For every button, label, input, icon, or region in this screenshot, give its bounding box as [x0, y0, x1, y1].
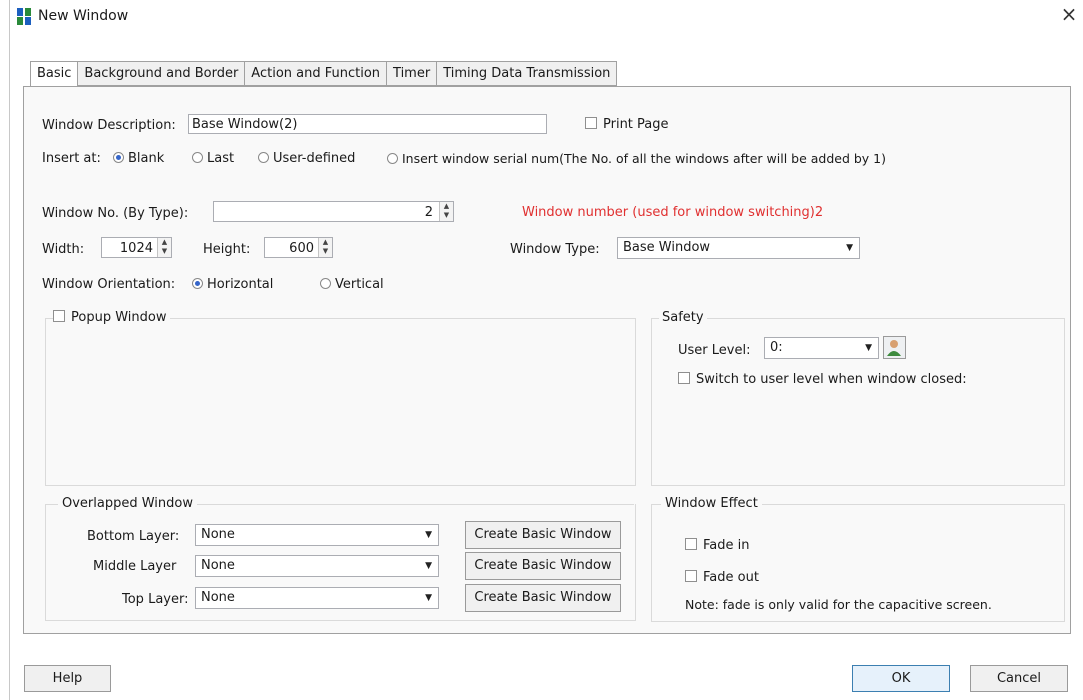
window-type-value: Base Window	[623, 240, 711, 255]
dropdown-arrow-icon: ▼	[425, 561, 432, 571]
tab-background-border[interactable]: Background and Border	[77, 61, 245, 86]
fade-in-label: Fade in	[703, 538, 750, 553]
switch-user-level-checkbox[interactable]: Switch to user level when window closed:	[678, 372, 967, 387]
dropdown-arrow-icon: ▼	[425, 593, 432, 603]
top-layer-dropdown[interactable]: None ▼	[195, 587, 439, 609]
window-no-spin-arrows[interactable]: ▲ ▼	[439, 202, 453, 221]
popup-window-box[interactable]	[53, 310, 65, 322]
overlapped-window-title: Overlapped Window	[58, 496, 197, 511]
window-no-value: 2	[424, 205, 433, 220]
width-spinbox[interactable]: 1024 ▲ ▼	[101, 237, 172, 258]
radio-icon	[320, 278, 331, 289]
insert-user-defined-radio[interactable]: User-defined	[258, 151, 355, 166]
tab-action-function[interactable]: Action and Function	[244, 61, 387, 86]
fade-in-checkbox[interactable]: Fade in	[685, 538, 749, 553]
tab-timer[interactable]: Timer	[386, 61, 437, 86]
top-layer-value: None	[201, 590, 235, 605]
bottom-layer-label: Bottom Layer:	[87, 529, 180, 544]
width-value: 1024	[119, 241, 153, 256]
bottom-layer-dropdown[interactable]: None ▼	[195, 524, 439, 546]
height-value: 600	[289, 241, 314, 256]
height-label: Height:	[203, 242, 251, 257]
popup-window-label: Popup Window	[71, 310, 167, 325]
insert-blank-radio[interactable]: Blank	[113, 151, 164, 166]
radio-icon	[387, 153, 398, 164]
window-type-label: Window Type:	[510, 242, 600, 257]
app-logo-icon	[17, 8, 31, 25]
insert-blank-label: Blank	[128, 151, 165, 166]
switch-user-level-label: Switch to user level when window closed:	[696, 372, 967, 387]
create-basic-window-middle-button[interactable]: Create Basic Window	[465, 552, 621, 580]
window-no-spinbox[interactable]: 2 ▲ ▼	[213, 201, 454, 222]
window-description-input[interactable]: Base Window(2)	[188, 114, 547, 134]
height-spinbox[interactable]: 600 ▲ ▼	[264, 237, 333, 258]
radio-selected-icon	[192, 278, 203, 289]
fade-in-box[interactable]	[685, 538, 697, 550]
insert-last-label: Last	[207, 151, 235, 166]
orientation-vertical-radio[interactable]: Vertical	[320, 277, 384, 292]
print-page-checkbox[interactable]: Print Page	[585, 117, 669, 132]
insert-serial-label: Insert window serial num(The No. of all …	[402, 151, 887, 166]
tab-timing-data-transmission[interactable]: Timing Data Transmission	[436, 61, 618, 86]
user-manager-button[interactable]	[883, 336, 906, 359]
insert-serial-radio[interactable]: Insert window serial num(The No. of all …	[387, 151, 886, 166]
fade-note: Note: fade is only valid for the capacit…	[685, 597, 992, 612]
window-effect-title: Window Effect	[661, 496, 762, 511]
tab-basic[interactable]: Basic	[30, 61, 78, 87]
width-label: Width:	[42, 242, 85, 257]
insert-at-label: Insert at:	[42, 151, 101, 166]
cancel-button[interactable]: Cancel	[970, 665, 1068, 692]
popup-window-group	[45, 318, 636, 486]
print-page-label: Print Page	[603, 117, 669, 132]
window-left-border	[9, 0, 10, 700]
window-title: New Window	[38, 8, 129, 24]
bottom-layer-value: None	[201, 527, 235, 542]
dropdown-arrow-icon: ▼	[865, 343, 872, 353]
orientation-horizontal-radio[interactable]: Horizontal	[192, 277, 273, 292]
help-button[interactable]: Help	[24, 665, 111, 692]
top-layer-label: Top Layer:	[122, 592, 189, 607]
switch-user-level-box[interactable]	[678, 372, 690, 384]
fade-out-box[interactable]	[685, 570, 697, 582]
middle-layer-dropdown[interactable]: None ▼	[195, 555, 439, 577]
user-level-dropdown[interactable]: 0: ▼	[764, 337, 879, 359]
user-level-value: 0:	[770, 340, 783, 355]
width-spin-arrows[interactable]: ▲ ▼	[157, 238, 171, 257]
popup-window-checkbox[interactable]: Popup Window	[53, 310, 171, 325]
window-type-dropdown[interactable]: Base Window ▼	[617, 237, 860, 259]
fade-out-checkbox[interactable]: Fade out	[685, 570, 759, 585]
orientation-horizontal-label: Horizontal	[207, 277, 274, 292]
fade-out-label: Fade out	[703, 570, 759, 585]
user-icon	[887, 340, 901, 356]
window-description-label: Window Description:	[42, 118, 176, 133]
insert-user-defined-label: User-defined	[273, 151, 356, 166]
create-basic-window-top-button[interactable]: Create Basic Window	[465, 584, 621, 612]
safety-title: Safety	[659, 310, 707, 325]
dropdown-arrow-icon: ▼	[846, 243, 853, 253]
window-no-label: Window No. (By Type):	[42, 206, 189, 221]
create-basic-window-bottom-button[interactable]: Create Basic Window	[465, 521, 621, 549]
user-level-label: User Level:	[678, 343, 751, 358]
tab-bar: Basic Background and Border Action and F…	[30, 61, 618, 87]
ok-button[interactable]: OK	[852, 665, 950, 692]
middle-layer-label: Middle Layer	[93, 559, 177, 574]
radio-icon	[192, 152, 203, 163]
insert-last-radio[interactable]: Last	[192, 151, 234, 166]
close-icon[interactable]: ×	[1059, 4, 1079, 24]
radio-selected-icon	[113, 152, 124, 163]
print-page-box[interactable]	[585, 117, 597, 129]
orientation-vertical-label: Vertical	[335, 277, 384, 292]
window-no-note: Window number (used for window switching…	[522, 205, 824, 220]
radio-icon	[258, 152, 269, 163]
dropdown-arrow-icon: ▼	[425, 530, 432, 540]
middle-layer-value: None	[201, 558, 235, 573]
height-spin-arrows[interactable]: ▲ ▼	[318, 238, 332, 257]
orientation-label: Window Orientation:	[42, 277, 176, 292]
